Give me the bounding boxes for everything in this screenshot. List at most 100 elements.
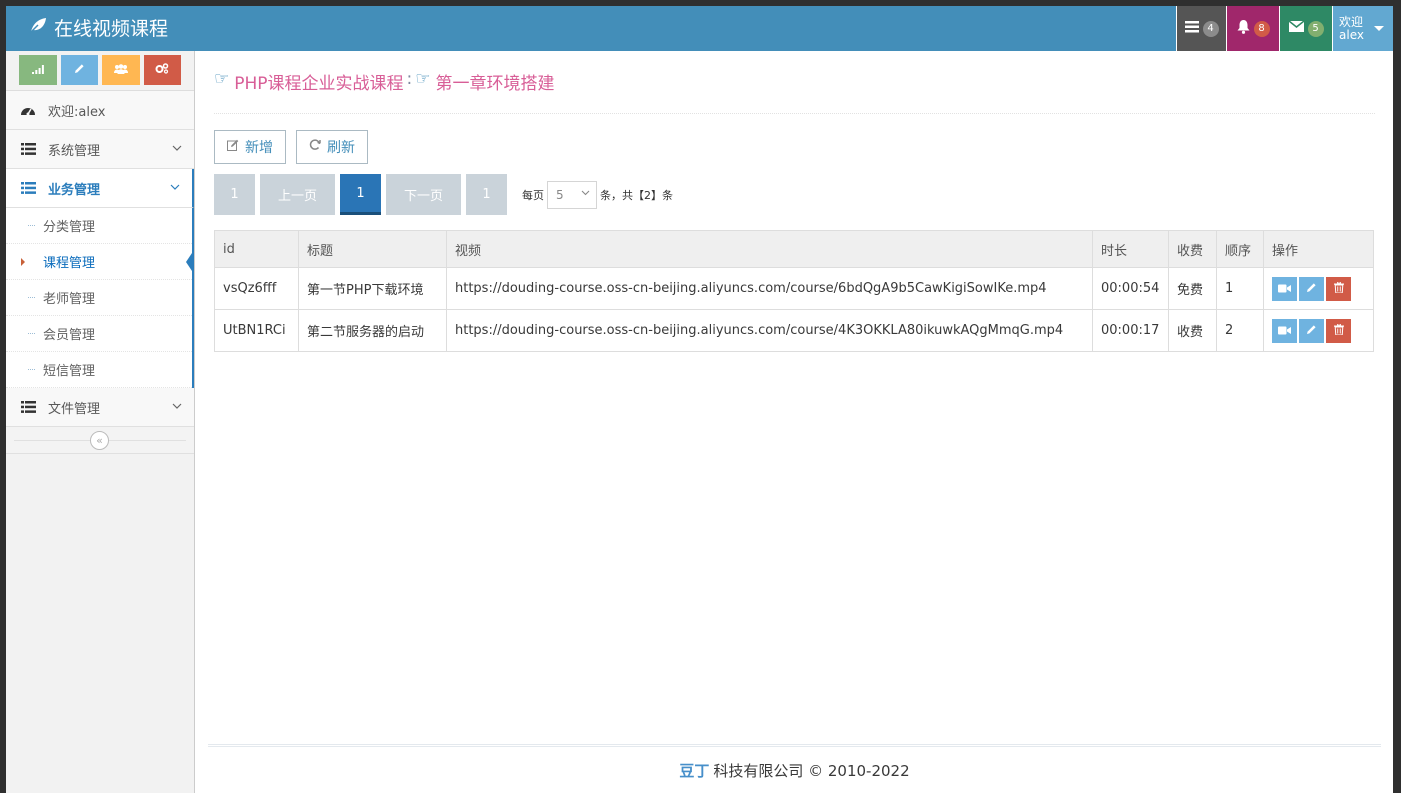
column-header-video[interactable]: 视频: [446, 230, 1093, 268]
edit-button[interactable]: [1299, 318, 1324, 343]
trash-icon: [1333, 323, 1344, 338]
brand[interactable]: 在线视频课程: [28, 14, 168, 41]
hand-right-icon: ☞: [214, 69, 230, 89]
column-header-title[interactable]: 标题: [298, 230, 447, 268]
video-button[interactable]: [1272, 276, 1297, 301]
top-navbar: 在线视频课程 4 8 5 欢迎 alex: [6, 6, 1393, 51]
table-header-row: id 标题 视频 时长 收费 顺序 操作: [214, 230, 1374, 268]
page-last-button[interactable]: 1: [466, 174, 507, 215]
footer: 豆丁 科技有限公司 © 2010-2022: [208, 744, 1381, 793]
submenu-item-label: 会员管理: [43, 328, 96, 343]
per-page-control: 每页 5 条，共【2】条: [522, 180, 673, 209]
caret-down-icon: [1373, 26, 1384, 31]
cell-actions: [1263, 309, 1374, 352]
page-prev-button[interactable]: 上一页: [260, 174, 335, 215]
video-camera-icon: [1278, 324, 1291, 338]
sidebar-welcome[interactable]: 欢迎:alex: [6, 91, 194, 130]
pagination: 1 上一页 1 下一页 1 每页 5 条，共【2】条: [214, 174, 673, 215]
sidebar-item-business[interactable]: 业务管理: [6, 169, 194, 208]
add-button[interactable]: 新增: [214, 130, 286, 164]
active-pointer: [186, 250, 194, 274]
submenu-item-label: 分类管理: [43, 220, 96, 235]
cell-duration: 00:00:54: [1092, 267, 1169, 310]
shortcut-users[interactable]: [102, 55, 140, 85]
main-content: ☞ PHP课程企业实战课程 : ☞ 第一章环境搭建 新增 刷新 1 上一页 1 …: [196, 51, 1393, 793]
tree-dot: [28, 225, 35, 226]
cell-video: https://douding-course.oss-cn-beijing.al…: [446, 267, 1093, 310]
page-next-button[interactable]: 下一页: [386, 174, 461, 215]
notifications-button[interactable]: 8: [1226, 6, 1279, 51]
delete-button[interactable]: [1326, 276, 1351, 301]
shortcut-edit[interactable]: [60, 55, 98, 85]
course-table: id 标题 视频 时长 收费 顺序 操作 vsQz6fff 第一节PHP下载环境…: [214, 230, 1374, 352]
sidebar-item-label: 业务管理: [48, 182, 101, 198]
cell-video: https://douding-course.oss-cn-beijing.al…: [446, 309, 1093, 352]
list-icon: [18, 180, 38, 196]
list-icon: [18, 141, 38, 157]
submenu-item-label: 短信管理: [43, 364, 96, 379]
chevron-down-icon: [581, 188, 590, 199]
chevron-down-icon: [172, 401, 182, 412]
video-camera-icon: [1278, 282, 1291, 296]
user-name: alex: [1339, 27, 1364, 42]
tasks-button[interactable]: 4: [1176, 6, 1226, 51]
table-row: UtBN1RCi 第二节服务器的启动 https://douding-cours…: [214, 309, 1374, 352]
shortcut-stats[interactable]: [19, 55, 57, 85]
column-header-order[interactable]: 顺序: [1216, 230, 1264, 268]
dashboard-icon: [18, 102, 38, 118]
cogs-icon: [155, 63, 169, 77]
envelope-icon: [1288, 20, 1304, 36]
sidebar-welcome-label: 欢迎:alex: [48, 104, 106, 120]
column-header-duration[interactable]: 时长: [1092, 230, 1169, 268]
tree-dot: [28, 333, 35, 334]
submenu-item-member[interactable]: 会员管理: [6, 316, 192, 352]
edit-button[interactable]: [1299, 276, 1324, 301]
messages-button[interactable]: 5: [1279, 6, 1332, 51]
cell-id: vsQz6fff: [214, 267, 299, 310]
bell-icon: [1237, 19, 1250, 38]
sidebar-shortcuts: [6, 51, 194, 91]
business-submenu: 分类管理 课程管理 老师管理 会员管理 短信管理: [6, 208, 194, 388]
sidebar-collapse-bar: «: [6, 427, 194, 454]
sidebar-item-system[interactable]: 系统管理: [6, 130, 194, 169]
pencil-icon: [1306, 324, 1317, 338]
cell-charge: 免费: [1168, 267, 1217, 310]
notifications-badge: 8: [1253, 20, 1270, 37]
sidebar-collapse-button[interactable]: «: [90, 431, 109, 450]
column-header-charge[interactable]: 收费: [1168, 230, 1217, 268]
refresh-button[interactable]: 刷新: [296, 130, 368, 164]
sidebar-item-files[interactable]: 文件管理: [6, 388, 194, 427]
breadcrumb-separator: :: [406, 69, 413, 89]
brand-title: 在线视频课程: [54, 18, 169, 40]
video-button[interactable]: [1272, 318, 1297, 343]
list-icon: [18, 399, 38, 415]
shortcut-settings[interactable]: [143, 55, 181, 85]
submenu-item-category[interactable]: 分类管理: [6, 208, 192, 244]
delete-button[interactable]: [1326, 318, 1351, 343]
per-page-select[interactable]: 5: [547, 180, 597, 209]
submenu-item-label: 课程管理: [43, 256, 96, 271]
edit-icon: [227, 139, 239, 155]
cell-actions: [1263, 267, 1374, 310]
leaf-icon: [28, 15, 48, 40]
users-icon: [113, 63, 128, 77]
footer-text: 科技有限公司 © 2010-2022: [713, 761, 910, 780]
trash-icon: [1333, 281, 1344, 296]
column-header-id[interactable]: id: [214, 230, 299, 268]
hand-right-icon: ☞: [415, 69, 431, 89]
user-greeting: 欢迎: [1339, 14, 1364, 29]
tasks-badge: 4: [1202, 20, 1219, 37]
toolbar: 新增 刷新: [214, 130, 368, 164]
cell-title: 第二节服务器的启动: [298, 309, 447, 352]
page-first-button[interactable]: 1: [214, 174, 255, 215]
signal-icon: [31, 63, 44, 77]
submenu-item-course[interactable]: 课程管理: [6, 244, 194, 280]
cell-order: 2: [1216, 309, 1264, 352]
sidebar: 欢迎:alex 系统管理 业务管理 分类管理 课程管理 老师管理 会员管理 短信…: [6, 51, 195, 793]
submenu-item-sms[interactable]: 短信管理: [6, 352, 192, 388]
breadcrumb-course[interactable]: PHP课程企业实战课程: [234, 69, 403, 94]
user-menu[interactable]: 欢迎 alex: [1332, 6, 1393, 51]
page-current-button[interactable]: 1: [340, 174, 381, 215]
submenu-item-teacher[interactable]: 老师管理: [6, 280, 192, 316]
pencil-icon: [74, 63, 85, 77]
